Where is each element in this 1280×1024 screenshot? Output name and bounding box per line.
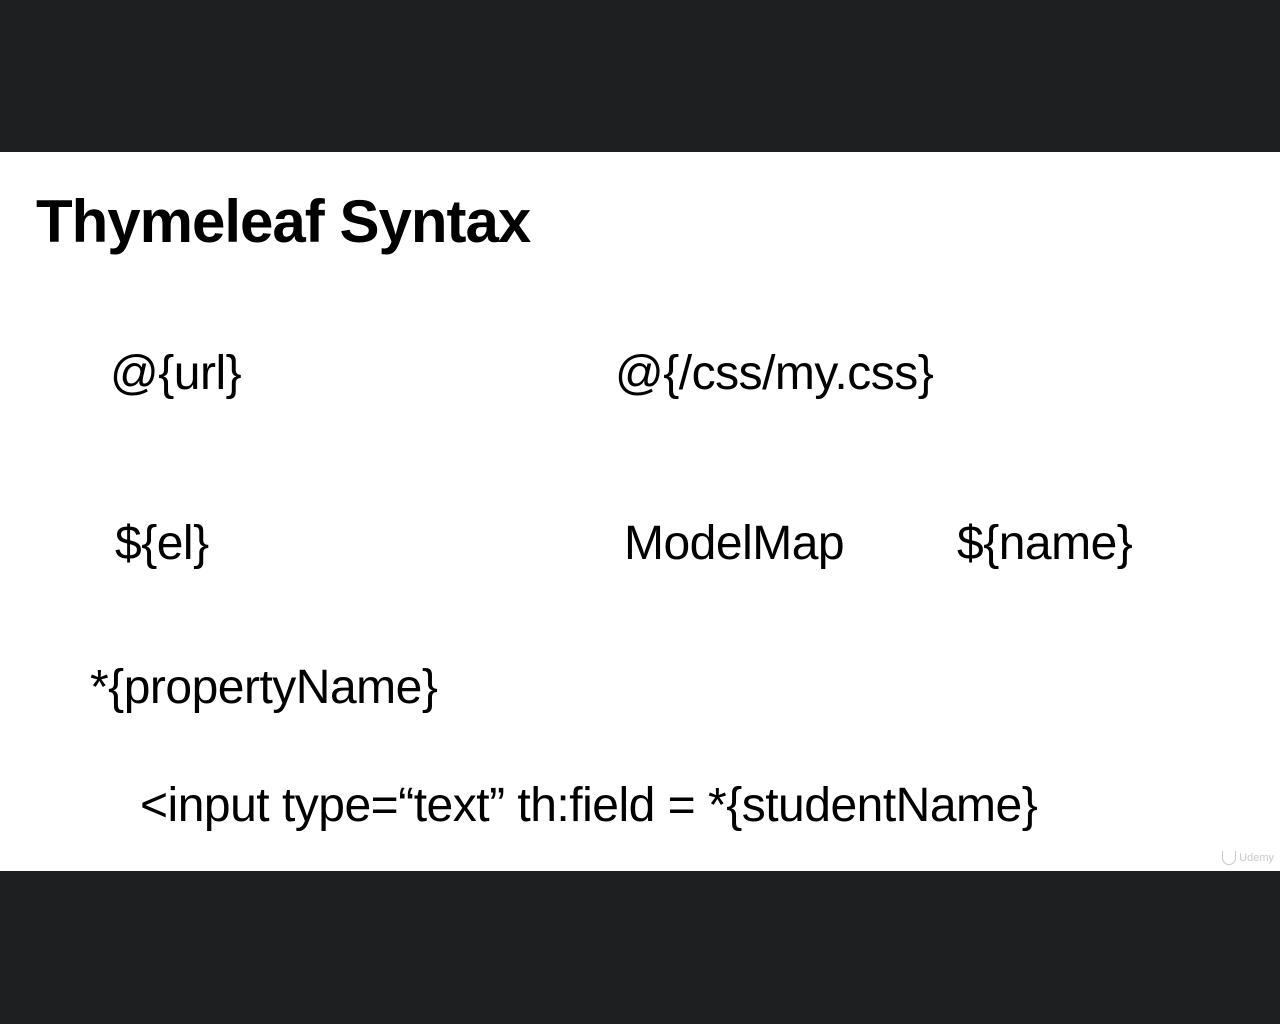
letterbox-bottom <box>0 871 1280 1024</box>
url-expression: @{url} <box>110 347 242 400</box>
css-url-example: @{/css/my.css} <box>615 347 934 400</box>
udemy-logo-icon <box>1222 851 1237 865</box>
name-expression: ${name} <box>957 517 1133 570</box>
modelmap-label: ModelMap <box>624 517 845 570</box>
letterbox-top <box>0 0 1280 152</box>
slide-title: Thymeleaf Syntax <box>36 188 531 255</box>
watermark-text: Udemy <box>1239 852 1274 864</box>
property-expression: *{propertyName} <box>90 661 438 714</box>
udemy-watermark: Udemy <box>1222 851 1274 865</box>
input-field-example: <input type=“text” th:field = *{studentN… <box>140 779 1038 832</box>
slide: Thymeleaf Syntax @{url} @{/css/my.css} $… <box>0 152 1280 871</box>
el-expression: ${el} <box>115 517 209 570</box>
